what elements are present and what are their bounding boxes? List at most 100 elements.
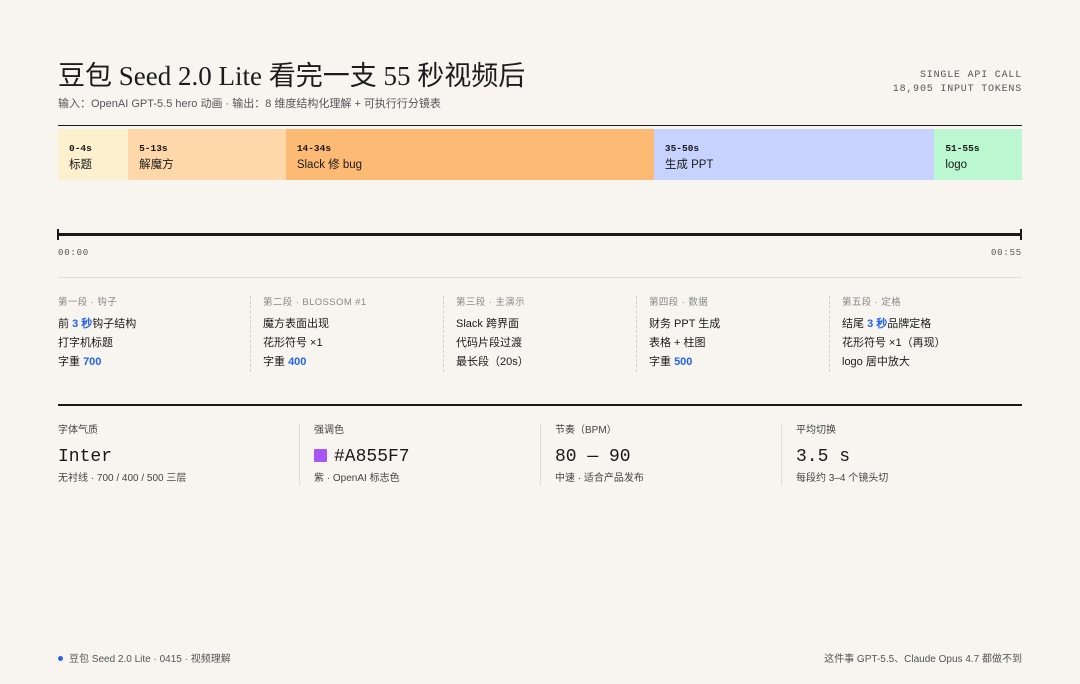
phase-text: 代码片段过渡	[456, 337, 522, 349]
phase-text: 打字机标题	[58, 337, 113, 349]
call-meta: SINGLE API CALL 18,905 INPUT TOKENS	[893, 69, 1022, 97]
color-swatch	[314, 449, 327, 462]
stat-label: 字体气质	[58, 425, 98, 436]
stat-value-row: #A855F7	[314, 446, 540, 468]
phase-line: 字重 400	[263, 353, 443, 372]
footer-source-text: 豆包 Seed 2.0 Lite · 0415 · 视频理解	[69, 654, 231, 665]
meta-call-count: SINGLE API CALL	[919, 70, 1022, 81]
stat-cut-rate: 平均切换 3.5 s 每段约 3–4 个镜头切	[781, 424, 1022, 486]
phase-text: 表格 + 柱图	[649, 337, 706, 349]
stat-bpm: 节奏（BPM） 80 — 90 中速 · 适合产品发布	[540, 424, 781, 486]
section-rule	[58, 404, 1022, 406]
segment-label: Slack 修 bug	[296, 159, 363, 171]
phase-line: 花形符号 ×1	[263, 334, 443, 353]
segment-label: 标题	[69, 159, 92, 171]
meta-token-count: 18,905 INPUT TOKENS	[892, 84, 1022, 95]
stat-value: #A855F7	[334, 447, 410, 467]
phase-title: 第四段 · 数据	[649, 297, 709, 308]
segment: 14-34s Slack 修 bug	[285, 129, 654, 180]
timeline-start-time: 00:00	[58, 248, 90, 258]
phase-text: 字重	[58, 356, 84, 368]
phase-columns: 第一段 · 钩子 前 3 秒钩子结构 打字机标题 字重 700 第二段 · BL…	[58, 296, 1022, 372]
stat-note: 中速 · 适合产品发布	[555, 473, 644, 484]
segment-label: 解魔方	[139, 159, 174, 171]
stat-label: 强调色	[314, 425, 344, 436]
phase-line: 表格 + 柱图	[649, 334, 829, 353]
phase-line: logo 居中放大	[842, 353, 1022, 372]
segment-range: 51-55s	[945, 143, 980, 154]
footer-claim: 这件事 GPT-5.5、Claude Opus 4.7 都做不到	[824, 654, 1022, 665]
timeline-track	[58, 233, 1022, 236]
stat-accent-color: 强调色 #A855F7 紫 · OpenAI 标志色	[299, 424, 540, 486]
status-dot-icon	[58, 656, 63, 661]
segment: 35-50s 生成 PPT	[653, 129, 935, 180]
stat-value: 3.5 s	[796, 447, 851, 467]
footer-source: 豆包 Seed 2.0 Lite · 0415 · 视频理解	[58, 650, 231, 665]
phase-line: 魔方表面出现	[263, 315, 443, 334]
phase-line: 前 3 秒钩子结构	[58, 315, 250, 334]
phase-line: Slack 跨界面	[456, 315, 636, 334]
segment-bar: 0-4s 标题 5-13s 解魔方 14-34s Slack 修 bug 35-…	[58, 129, 1022, 180]
phase-column: 第二段 · BLOSSOM #1 魔方表面出现 花形符号 ×1 字重 400	[250, 296, 443, 372]
top-rule	[58, 125, 1022, 126]
timeline-end-tick	[1020, 229, 1022, 240]
segment-range: 14-34s	[296, 143, 332, 154]
segment-label: logo	[945, 159, 968, 171]
phase-text: 最长段（20s）	[456, 356, 529, 368]
phase-text: 字重	[263, 356, 289, 368]
stat-value: Inter	[58, 447, 113, 467]
phase-text: 钩子结构	[92, 318, 137, 330]
phase-line: 字重 700	[58, 353, 250, 372]
stats-row: 字体气质 Inter 无衬线 · 700 / 400 / 500 三层 强调色 …	[58, 424, 1022, 486]
page-title: 豆包 Seed 2.0 Lite 看完一支 55 秒视频后	[58, 61, 526, 91]
phase-line: 最长段（20s）	[456, 353, 636, 372]
phase-text: 字重	[649, 356, 675, 368]
segment: 0-4s 标题	[58, 129, 129, 180]
phase-accent-value: 500	[674, 356, 693, 368]
stat-note: 无衬线 · 700 / 400 / 500 三层	[58, 473, 187, 484]
stat-font: 字体气质 Inter 无衬线 · 700 / 400 / 500 三层	[58, 424, 299, 486]
phase-line: 打字机标题	[58, 334, 250, 353]
divider	[58, 277, 1022, 278]
stat-note: 紫 · OpenAI 标志色	[314, 473, 400, 484]
timeline-end-time: 00:55	[990, 248, 1022, 258]
phase-line: 结尾 3 秒品牌定格	[842, 315, 1022, 334]
phase-text: 花形符号 ×1	[263, 337, 323, 349]
phase-text: 前	[58, 318, 73, 330]
stat-label: 节奏（BPM）	[555, 425, 617, 436]
segment: 5-13s 解魔方	[128, 129, 286, 180]
phase-column: 第五段 · 定格 结尾 3 秒品牌定格 花形符号 ×1（再现） logo 居中放…	[829, 296, 1022, 372]
phase-column: 第四段 · 数据 财务 PPT 生成 表格 + 柱图 字重 500	[636, 296, 829, 372]
segment: 51-55s logo	[934, 129, 1022, 180]
phase-text: logo 居中放大	[842, 356, 910, 368]
phase-text: Slack 跨界面	[456, 318, 519, 330]
phase-line: 财务 PPT 生成	[649, 315, 829, 334]
timeline-start-tick	[57, 229, 59, 240]
page-subtitle: 输入：OpenAI GPT-5.5 hero 动画 · 输出：8 维度结构化理解…	[58, 98, 441, 110]
phase-accent-value: 700	[83, 356, 102, 368]
phase-column: 第一段 · 钩子 前 3 秒钩子结构 打字机标题 字重 700	[58, 296, 250, 372]
phase-text: 结尾	[842, 318, 868, 330]
stat-label: 平均切换	[796, 425, 836, 436]
phase-line: 代码片段过渡	[456, 334, 636, 353]
phase-title: 第一段 · 钩子	[58, 297, 118, 308]
phase-title: 第三段 · 主演示	[456, 297, 526, 308]
phase-text: 品牌定格	[887, 318, 932, 330]
phase-accent-value: 3 秒	[72, 318, 93, 330]
phase-title: 第五段 · 定格	[842, 297, 902, 308]
phase-title: 第二段 · BLOSSOM #1	[263, 297, 367, 308]
phase-accent-value: 400	[288, 356, 307, 368]
phase-column: 第三段 · 主演示 Slack 跨界面 代码片段过渡 最长段（20s）	[443, 296, 636, 372]
phase-text: 财务 PPT 生成	[649, 318, 721, 330]
phase-text: 花形符号 ×1（再现）	[842, 337, 946, 349]
segment-range: 35-50s	[664, 143, 700, 154]
phase-text: 魔方表面出现	[263, 318, 329, 330]
segment-label: 生成 PPT	[664, 159, 714, 171]
stat-note: 每段约 3–4 个镜头切	[796, 473, 889, 484]
segment-range: 0-4s	[69, 143, 92, 154]
phase-line: 字重 500	[649, 353, 829, 372]
phase-line: 花形符号 ×1（再现）	[842, 334, 1022, 353]
phase-accent-value: 3 秒	[867, 318, 888, 330]
segment-range: 5-13s	[139, 143, 168, 154]
stat-value: 80 — 90	[555, 447, 631, 467]
